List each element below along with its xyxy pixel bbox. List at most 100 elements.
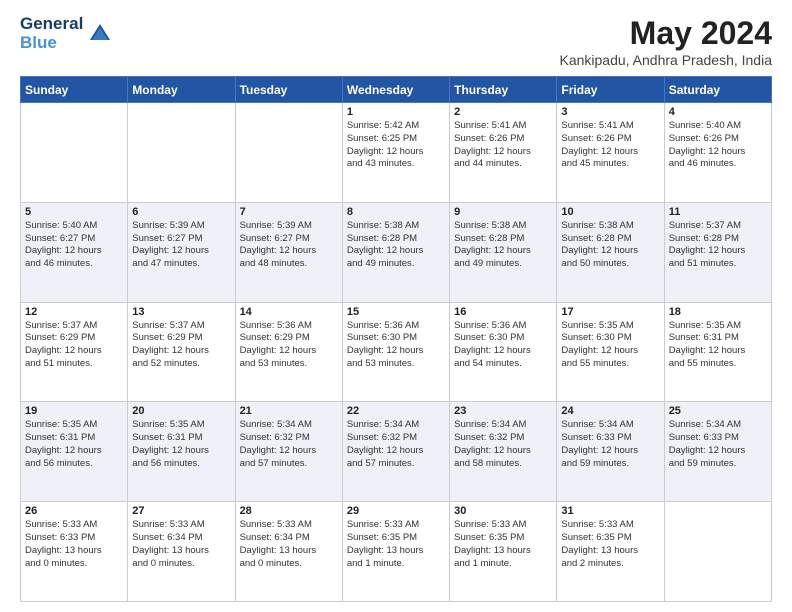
sunrise-time: Sunrise: 5:35 AM xyxy=(132,419,230,432)
sunrise-time: Sunrise: 5:36 AM xyxy=(454,320,552,333)
sunrise-time: Sunrise: 5:37 AM xyxy=(25,320,123,333)
daylight-hours: Daylight: 12 hours xyxy=(132,245,230,258)
table-row: 2Sunrise: 5:41 AMSunset: 6:26 PMDaylight… xyxy=(450,103,557,203)
day-number: 17 xyxy=(561,306,659,318)
day-number: 8 xyxy=(347,206,445,218)
sunset-time: Sunset: 6:35 PM xyxy=(454,532,552,545)
daylight-hours: Daylight: 12 hours xyxy=(347,445,445,458)
col-monday: Monday xyxy=(128,77,235,103)
table-row xyxy=(21,103,128,203)
calendar-header-row: Sunday Monday Tuesday Wednesday Thursday… xyxy=(21,77,772,103)
table-row: 17Sunrise: 5:35 AMSunset: 6:30 PMDayligh… xyxy=(557,302,664,402)
sunrise-time: Sunrise: 5:35 AM xyxy=(561,320,659,333)
sunrise-time: Sunrise: 5:40 AM xyxy=(25,220,123,233)
daylight-hours: Daylight: 12 hours xyxy=(240,445,338,458)
table-row: 26Sunrise: 5:33 AMSunset: 6:33 PMDayligh… xyxy=(21,502,128,602)
daylight-hours: Daylight: 12 hours xyxy=(454,345,552,358)
sunset-time: Sunset: 6:30 PM xyxy=(347,332,445,345)
col-wednesday: Wednesday xyxy=(342,77,449,103)
day-number: 15 xyxy=(347,306,445,318)
header: General Blue May 2024 Kankipadu, Andhra … xyxy=(20,15,772,68)
day-info-continuation: and 53 minutes. xyxy=(347,358,445,371)
sunset-time: Sunset: 6:31 PM xyxy=(25,432,123,445)
day-number: 9 xyxy=(454,206,552,218)
calendar-week-row: 19 Sunrise: 5:35 AM Sunset: 6:31 PM Dayligh… xyxy=(21,402,772,502)
calendar-week-row: 26Sunrise: 5:33 AMSunset: 6:33 PMDayligh… xyxy=(21,502,772,602)
day-info-continuation: and 46 minutes. xyxy=(669,158,767,171)
daylight-hours: Daylight: 12 hours xyxy=(561,245,659,258)
sunrise-time: Sunrise: 5:41 AM xyxy=(561,120,659,133)
day-number: 3 xyxy=(561,106,659,118)
day-number: 13 xyxy=(132,306,230,318)
logo-icon xyxy=(86,20,114,48)
sunset-time: Sunset: 6:34 PM xyxy=(240,532,338,545)
sunrise-time: Sunrise: 5:35 AM xyxy=(669,320,767,333)
sunset-time: Sunset: 6:29 PM xyxy=(240,332,338,345)
day-number: 30 xyxy=(454,505,552,517)
day-info-continuation: and 47 minutes. xyxy=(132,258,230,271)
table-row: 22Sunrise: 5:34 AMSunset: 6:32 PMDayligh… xyxy=(342,402,449,502)
day-info-continuation: and 58 minutes. xyxy=(454,458,552,471)
daylight-hours: Daylight: 13 hours xyxy=(561,545,659,558)
day-number: 22 xyxy=(347,405,445,417)
day-number: 28 xyxy=(240,505,338,517)
table-row: 12Sunrise: 5:37 AMSunset: 6:29 PMDayligh… xyxy=(21,302,128,402)
sunset-time: Sunset: 6:28 PM xyxy=(561,233,659,246)
day-number: 25 xyxy=(669,405,767,417)
table-row: 13Sunrise: 5:37 AMSunset: 6:29 PMDayligh… xyxy=(128,302,235,402)
day-number: 18 xyxy=(669,306,767,318)
calendar-week-row: 5Sunrise: 5:40 AMSunset: 6:27 PMDaylight… xyxy=(21,202,772,302)
sunrise-time: Sunrise: 5:34 AM xyxy=(561,419,659,432)
logo: General Blue xyxy=(20,15,114,52)
page: General Blue May 2024 Kankipadu, Andhra … xyxy=(0,0,792,612)
table-row: 4Sunrise: 5:40 AMSunset: 6:26 PMDaylight… xyxy=(664,103,771,203)
day-info-continuation: and 0 minutes. xyxy=(132,558,230,571)
sunrise-time: Sunrise: 5:33 AM xyxy=(561,519,659,532)
day-number: 27 xyxy=(132,505,230,517)
sunrise-time: Sunrise: 5:34 AM xyxy=(454,419,552,432)
day-info-continuation: and 45 minutes. xyxy=(561,158,659,171)
daylight-hours: Daylight: 12 hours xyxy=(669,245,767,258)
sunset-time: Sunset: 6:26 PM xyxy=(561,133,659,146)
sunset-time: Sunset: 6:33 PM xyxy=(561,432,659,445)
daylight-hours: Daylight: 12 hours xyxy=(25,245,123,258)
table-row: 14Sunrise: 5:36 AMSunset: 6:29 PMDayligh… xyxy=(235,302,342,402)
sunset-time: Sunset: 6:35 PM xyxy=(561,532,659,545)
sunrise-time: Sunrise: 5:41 AM xyxy=(454,120,552,133)
sunset-time: Sunset: 6:28 PM xyxy=(347,233,445,246)
sunset-time: Sunset: 6:28 PM xyxy=(454,233,552,246)
sunset-time: Sunset: 6:27 PM xyxy=(25,233,123,246)
sunset-time: Sunset: 6:29 PM xyxy=(132,332,230,345)
day-info-continuation: and 56 minutes. xyxy=(132,458,230,471)
daylight-hours: Daylight: 12 hours xyxy=(669,445,767,458)
daylight-hours: Daylight: 12 hours xyxy=(454,146,552,159)
table-row: 6Sunrise: 5:39 AMSunset: 6:27 PMDaylight… xyxy=(128,202,235,302)
day-info-continuation: and 57 minutes. xyxy=(240,458,338,471)
calendar-table: Sunday Monday Tuesday Wednesday Thursday… xyxy=(20,76,772,602)
day-number: 31 xyxy=(561,505,659,517)
sunset-time: Sunset: 6:25 PM xyxy=(347,133,445,146)
sunrise-time: Sunrise: 5:33 AM xyxy=(454,519,552,532)
sunrise-time: Sunrise: 5:39 AM xyxy=(240,220,338,233)
day-info-continuation: and 0 minutes. xyxy=(25,558,123,571)
table-row: 21Sunrise: 5:34 AMSunset: 6:32 PMDayligh… xyxy=(235,402,342,502)
day-number: 7 xyxy=(240,206,338,218)
sunrise-time: Sunrise: 5:33 AM xyxy=(240,519,338,532)
table-row: 8Sunrise: 5:38 AMSunset: 6:28 PMDaylight… xyxy=(342,202,449,302)
daylight-hours: Daylight: 12 hours xyxy=(561,445,659,458)
table-row xyxy=(235,103,342,203)
daylight-hours: Daylight: 12 hours xyxy=(347,245,445,258)
day-number: 19 xyxy=(25,405,123,417)
location-subtitle: Kankipadu, Andhra Pradesh, India xyxy=(560,52,773,68)
col-tuesday: Tuesday xyxy=(235,77,342,103)
table-row: 18Sunrise: 5:35 AMSunset: 6:31 PMDayligh… xyxy=(664,302,771,402)
sunset-time: Sunset: 6:32 PM xyxy=(347,432,445,445)
table-row: 30Sunrise: 5:33 AMSunset: 6:35 PMDayligh… xyxy=(450,502,557,602)
daylight-hours: Daylight: 12 hours xyxy=(132,445,230,458)
sunrise-time: Sunrise: 5:40 AM xyxy=(669,120,767,133)
daylight-hours: Daylight: 13 hours xyxy=(347,545,445,558)
table-row: 24Sunrise: 5:34 AMSunset: 6:33 PMDayligh… xyxy=(557,402,664,502)
month-year-title: May 2024 xyxy=(560,15,773,52)
sunrise-time: Sunrise: 5:37 AM xyxy=(669,220,767,233)
day-info-continuation: and 48 minutes. xyxy=(240,258,338,271)
